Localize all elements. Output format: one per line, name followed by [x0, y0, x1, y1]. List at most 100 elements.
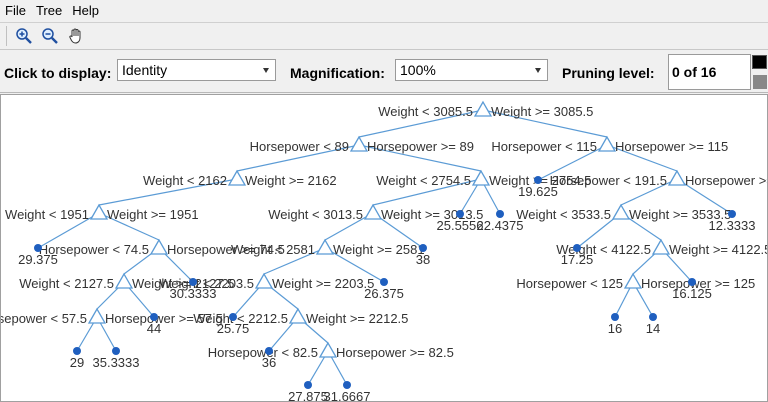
leaf-node[interactable] [34, 244, 42, 252]
leaf-value: 29.375 [18, 252, 58, 267]
leaf-value: 26.375 [364, 286, 404, 301]
decision-node[interactable] [623, 272, 643, 289]
zoom-in-icon [16, 28, 32, 44]
display-dropdown[interactable]: Identity [117, 59, 276, 81]
decision-node[interactable] [349, 135, 369, 152]
split-label-right: Weight >= 2203.5 [272, 276, 374, 291]
split-label-right: Weight >= 3085.5 [491, 104, 593, 119]
pruning-increase-button[interactable] [752, 55, 767, 69]
leaf-node[interactable] [611, 313, 619, 321]
magnification-dropdown[interactable]: 100% [395, 59, 548, 81]
split-label-left: Horsepower < 115 [491, 139, 597, 154]
decision-node[interactable] [87, 307, 107, 324]
split-label-right: Weight >= 4122.5 [669, 242, 768, 257]
leaf-value: 19.625 [518, 184, 558, 199]
decision-node[interactable] [288, 307, 308, 324]
leaf-value: 14 [646, 321, 660, 336]
split-label-left: Horsepower < 57.5 [1, 311, 87, 326]
zoom-out-icon [42, 28, 58, 44]
leaf-value: 30.3333 [170, 286, 217, 301]
pan-button[interactable] [65, 25, 87, 47]
menu-file[interactable]: File [0, 0, 31, 21]
menu-tree[interactable]: Tree [31, 0, 67, 21]
split-label-left: Horsepower < 191.5 [550, 173, 667, 188]
decision-node[interactable] [114, 272, 134, 289]
decision-node[interactable] [667, 169, 687, 186]
leaf-node[interactable] [380, 278, 388, 286]
leaf-node[interactable] [534, 176, 542, 184]
split-label-right: Weight >= 2162 [245, 173, 337, 188]
leaf-value: 12.3333 [709, 218, 756, 233]
decision-node[interactable] [651, 238, 671, 255]
leaf-node[interactable] [419, 244, 427, 252]
leaf-node[interactable] [304, 381, 312, 389]
split-label-left: Horsepower < 89 [250, 139, 349, 154]
split-label-right: Horsepower >= 191.5 [685, 173, 768, 188]
leaf-node[interactable] [649, 313, 657, 321]
split-label-left: Weight < 3085.5 [378, 104, 473, 119]
leaf-value: 44 [147, 321, 161, 336]
toolbar-separator [6, 26, 7, 46]
decision-node[interactable] [315, 238, 335, 255]
decision-node[interactable] [254, 272, 274, 289]
leaf-node[interactable] [496, 210, 504, 218]
zoom-out-button[interactable] [39, 25, 61, 47]
leaf-value: 36 [262, 355, 276, 370]
pruning-value: 0 of 16 [672, 64, 717, 80]
decision-node[interactable] [149, 238, 169, 255]
tree-diagram: Weight < 3085.5 Weight >= 3085.5 Horsepowe… [1, 100, 768, 402]
leaf-node[interactable] [456, 210, 464, 218]
decision-node[interactable] [611, 203, 631, 220]
decision-node[interactable] [471, 169, 491, 186]
toolbar [0, 22, 768, 50]
tree-canvas[interactable]: Weight < 3085.5 Weight >= 3085.5 Horsepowe… [0, 94, 768, 402]
leaf-node[interactable] [688, 278, 696, 286]
split-label-right: Horsepower >= 82.5 [336, 345, 454, 360]
magnification-value: 100% [400, 62, 436, 78]
leaf-node[interactable] [265, 347, 273, 355]
split-label-left: Weight < 1951 [5, 207, 89, 222]
menu-bar: File Tree Help [0, 0, 768, 21]
split-label-left: Weight < 3533.5 [516, 207, 611, 222]
decision-node[interactable] [89, 203, 109, 220]
decision-node[interactable] [227, 169, 247, 186]
leaf-node[interactable] [343, 381, 351, 389]
display-label: Click to display: [4, 65, 112, 81]
leaf-node[interactable] [728, 210, 736, 218]
split-label-left: Horsepower < 125 [516, 276, 623, 291]
leaf-value: 16 [608, 321, 622, 336]
leaf-value: 27.875 [288, 389, 328, 402]
split-label-right: Horsepower >= 115 [615, 139, 728, 154]
leaf-node[interactable] [189, 278, 197, 286]
leaf-value: 31.6667 [324, 389, 371, 402]
pruning-decrease-button[interactable] [753, 75, 767, 89]
leaf-node[interactable] [229, 313, 237, 321]
pruning-label: Pruning level: [562, 65, 655, 81]
leaf-node[interactable] [573, 244, 581, 252]
chevron-down-icon [263, 68, 269, 73]
chevron-down-icon [535, 68, 541, 73]
leaf-value: 16.125 [672, 286, 712, 301]
leaf-value: 22.4375 [477, 218, 524, 233]
leaf-node[interactable] [150, 313, 158, 321]
split-label-right: Horsepower >= 89 [367, 139, 474, 154]
split-label-left: Weight < 2127.5 [19, 276, 114, 291]
pruning-level-field[interactable]: 0 of 16 [668, 54, 751, 90]
decision-node[interactable] [597, 135, 617, 152]
decision-node[interactable] [318, 341, 338, 358]
leaf-value: 17.25 [561, 252, 594, 267]
leaf-node[interactable] [73, 347, 81, 355]
split-label-right: Weight >= 2581 [333, 242, 425, 257]
magnification-label: Magnification: [290, 65, 385, 81]
split-label-left: Weight < 3013.5 [268, 207, 363, 222]
split-label-left: Weight < 2162 [143, 173, 227, 188]
split-label-left: Weight < 2754.5 [376, 173, 471, 188]
decision-node[interactable] [473, 100, 493, 117]
decision-node[interactable] [363, 203, 383, 220]
zoom-in-button[interactable] [13, 25, 35, 47]
menu-help[interactable]: Help [67, 0, 104, 21]
leaf-node[interactable] [112, 347, 120, 355]
leaf-value: 29 [70, 355, 84, 370]
display-value: Identity [122, 62, 168, 78]
split-label-right: Weight >= 1951 [107, 207, 199, 222]
